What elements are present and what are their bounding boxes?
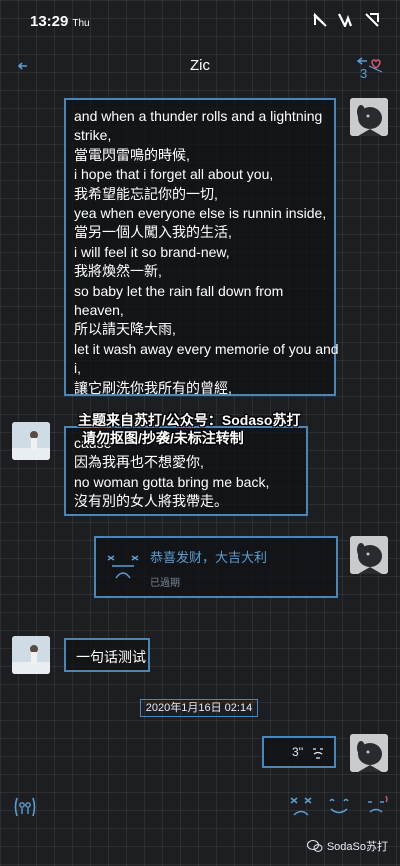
status-bar: 13:29 Thu	[0, 0, 400, 40]
red-packet-title: 恭喜发财，大吉大利	[150, 550, 268, 565]
avatar-self[interactable]	[350, 536, 388, 574]
watermark-line-2: 请勿抠图/抄袭/未标注转制	[82, 430, 244, 446]
message-line: strike,	[74, 127, 112, 144]
message-line: 我希望能忘記你的一切,	[74, 185, 218, 202]
message-line: 因為我再也不想愛你,	[74, 454, 204, 471]
message-line: 沒有別的女人將我帶走。	[74, 493, 228, 510]
girl-avatar-icon	[12, 636, 50, 674]
red-packet-status: 已過期	[150, 578, 180, 589]
voice-duration: 3''	[292, 745, 304, 759]
red-packet-card[interactable]: 恭喜发财，大吉大利 已過期	[94, 536, 338, 598]
message-line: let it wash away every memorie of you an…	[74, 340, 339, 357]
avatar-self[interactable]	[350, 734, 388, 772]
message-line: 我將煥然一新,	[74, 263, 162, 280]
message-line: 當另一個人闖入我的生活,	[74, 224, 232, 241]
message-line: i hope that i forget all about you,	[74, 166, 274, 183]
timestamp: 2020年1月16日 02:14	[140, 699, 258, 717]
dog-avatar-icon	[350, 734, 388, 772]
voice-input-icon[interactable]	[12, 794, 38, 820]
branding: SodaSo苏打	[306, 838, 388, 854]
signal-icon	[338, 13, 353, 27]
avatar-self[interactable]	[350, 98, 388, 136]
message-line: and when a thunder rolls and a lightning	[74, 108, 323, 124]
svg-text:3: 3	[360, 66, 367, 81]
message-line: i will feel it so brand-new,	[74, 243, 230, 260]
battery-icon	[365, 13, 379, 27]
message-line: so baby let the rain fall down from	[74, 282, 284, 299]
wechat-icon	[306, 840, 323, 852]
avatar-contact[interactable]	[12, 636, 50, 674]
girl-avatar-icon	[12, 422, 50, 460]
watermark-line-1: 主题来自苏打/公众号：Sodaso苏打	[78, 412, 301, 428]
more-plus-icon[interactable]	[364, 794, 390, 820]
status-time: 13:29 Thu	[30, 13, 90, 30]
message-line: 一句话测试	[76, 649, 146, 665]
message-line: i,	[74, 360, 81, 377]
message-line: 所以請天降大雨,	[74, 321, 176, 338]
watermark: 主题来自苏打/公众号：Sodaso苏打 请勿抠图/抄袭/未标注转制	[78, 411, 300, 447]
dog-avatar-icon	[350, 98, 388, 136]
message-line: heaven,	[74, 302, 124, 319]
wifi-off-icon	[313, 13, 327, 27]
voice-wave-icon	[313, 748, 323, 759]
sticker-icon[interactable]	[326, 796, 352, 818]
message-bubble-lyrics[interactable]: and when a thunder rolls and a lightning…	[64, 98, 339, 396]
message-line: 讓它刷洗你我所有的曾經,	[74, 379, 232, 396]
branding-label: SodaSo苏打	[326, 841, 388, 853]
status-icons	[312, 13, 380, 27]
emoji-icon[interactable]	[288, 796, 314, 818]
message-line: yea when everyone else is runnin inside,	[74, 205, 327, 222]
chat-title: Zic	[190, 57, 210, 74]
dog-avatar-icon	[350, 536, 388, 574]
message-line: 當電閃雷鳴的時候,	[74, 146, 190, 163]
message-bubble-short[interactable]: 一句话测试	[64, 638, 150, 672]
red-packet-icon	[107, 555, 139, 579]
avatar-contact[interactable]	[12, 422, 50, 460]
voice-message[interactable]: 3''	[262, 736, 336, 768]
chat-info-icon[interactable]: 3	[356, 52, 384, 82]
message-line: no woman gotta bring me back,	[74, 473, 270, 490]
